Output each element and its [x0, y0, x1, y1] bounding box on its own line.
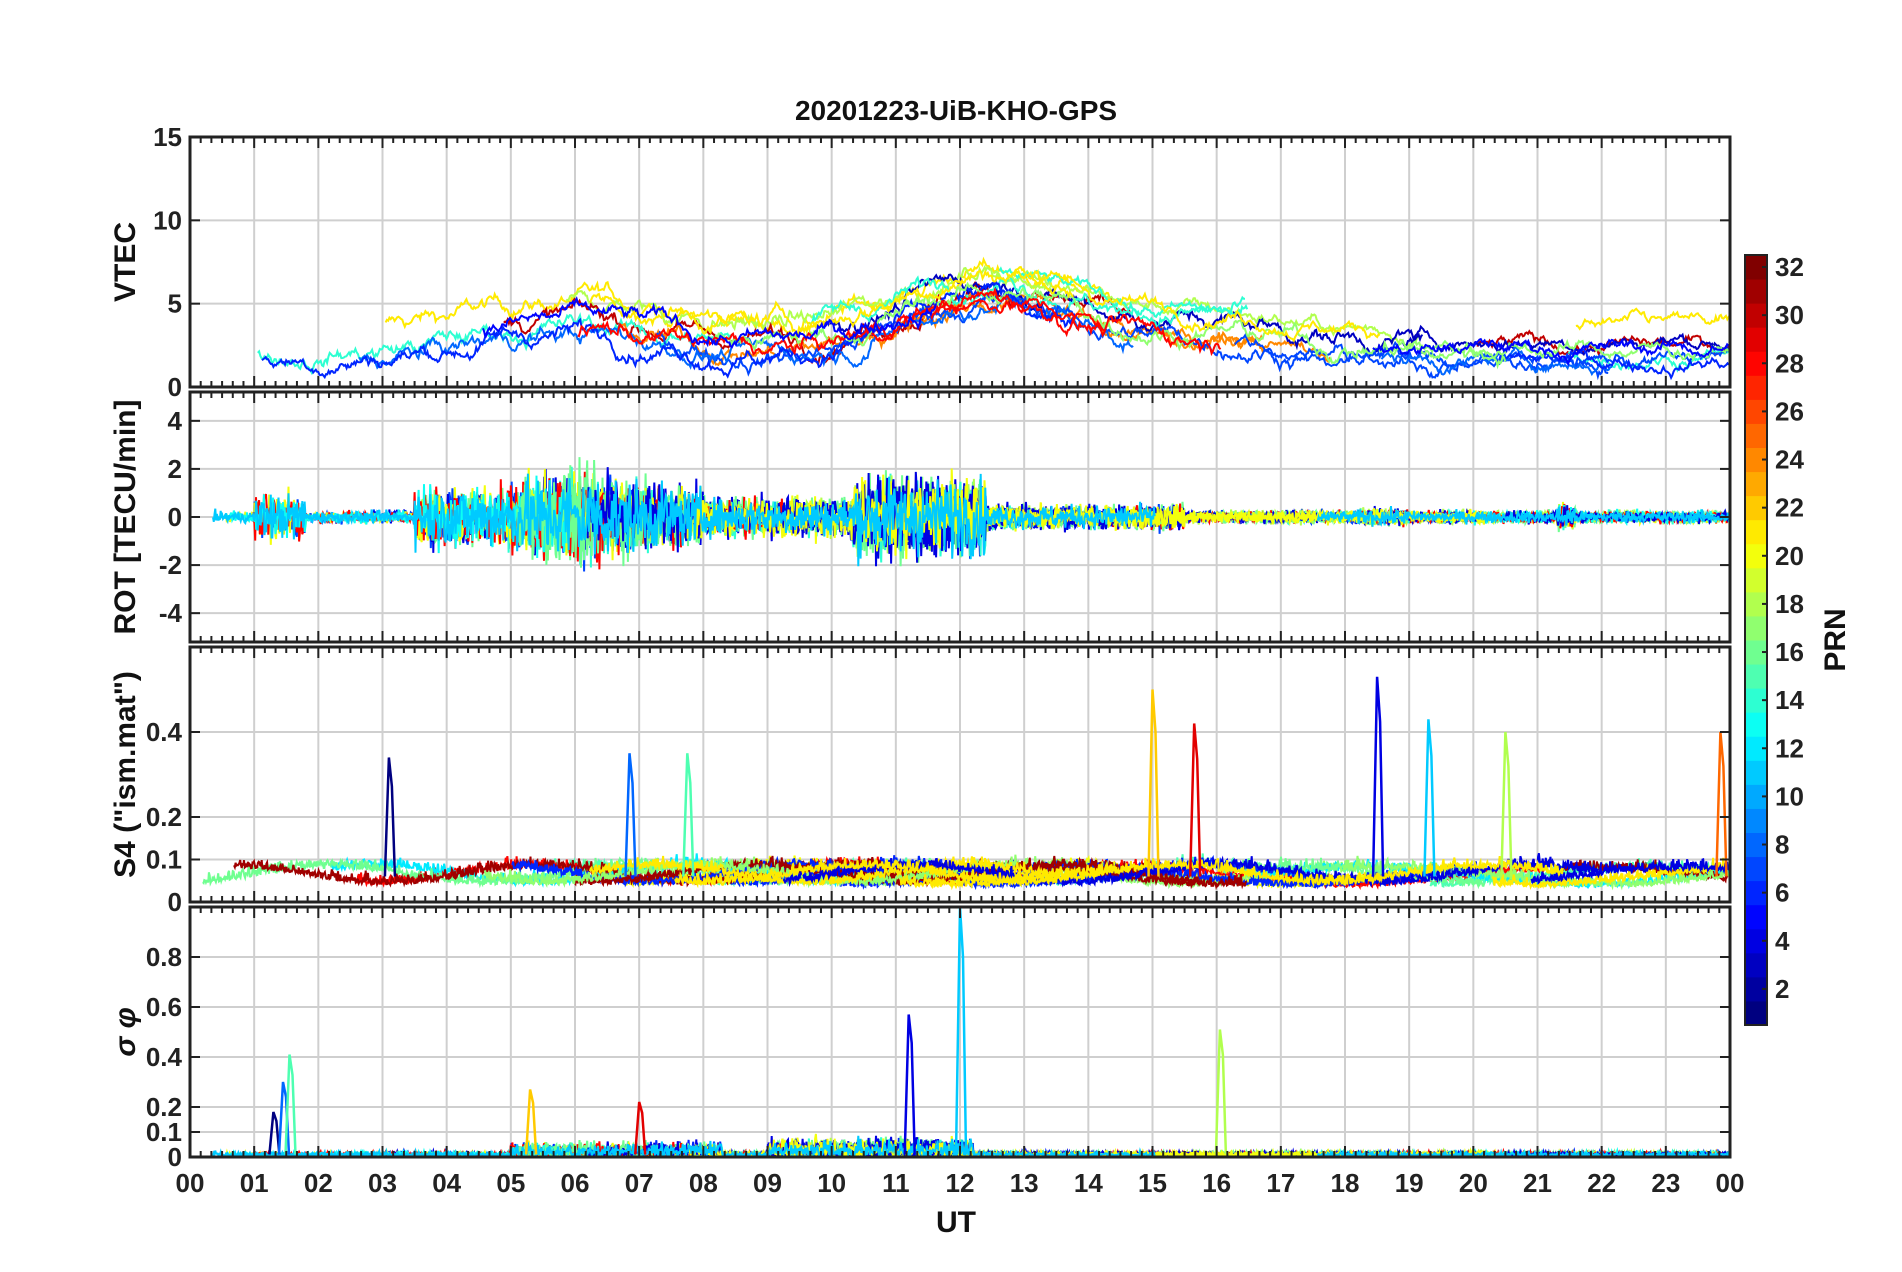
colorbar-cell [1745, 760, 1767, 785]
colorbar-tick-label: 4 [1775, 926, 1790, 956]
colorbar-cell [1745, 375, 1767, 400]
x-tick-label: 00 [176, 1168, 205, 1198]
colorbar-tick-label: 32 [1775, 252, 1804, 282]
panel-sigma_phi: 00.10.20.40.60.8σ φ [109, 905, 1732, 1172]
y-tick-label: 4 [168, 406, 183, 436]
y-axis-label-rot: ROT [TECU/min] [109, 400, 142, 635]
x-tick-label: 20 [1459, 1168, 1488, 1198]
colorbar-cell [1745, 1000, 1767, 1026]
chart-panels: 051015VTEC-4-2024ROT [TECU/min]00.10.20.… [109, 122, 1744, 1198]
colorbar-cell [1745, 615, 1767, 641]
colorbar-tick-label: 16 [1775, 637, 1804, 667]
y-tick-label: 0.1 [146, 845, 182, 875]
colorbar-cell [1745, 712, 1767, 737]
colorbar-tick-label: 8 [1775, 830, 1789, 860]
x-tick-labels: 00 01 02 03 04 05 06 07 08 09 10 11 12 13 14 15 16 17 18 19… [176, 1168, 1745, 1198]
chart-figure: 20201223-UiB-KHO-GPS 051015VTEC-4-2024RO… [109, 95, 1852, 1239]
x-tick-label: 00 [1716, 1168, 1745, 1198]
colorbar-tick-label: 22 [1775, 493, 1804, 523]
colorbar-cell [1745, 519, 1767, 545]
x-tick-label: 06 [561, 1168, 590, 1198]
colorbar-tick-label: 14 [1775, 685, 1804, 715]
y-axis-label-vtec: VTEC [109, 222, 142, 302]
x-tick-label: 07 [625, 1168, 654, 1198]
y-tick-label: 2 [168, 454, 182, 484]
x-tick-label: 18 [1331, 1168, 1360, 1198]
colorbar: 2468101214161820222426283032PRN [1744, 252, 1852, 1026]
colorbar-label: PRN [1819, 608, 1852, 671]
x-axis-label: UT [936, 1206, 976, 1239]
colorbar-cell [1745, 808, 1767, 833]
x-tick-label: 23 [1651, 1168, 1680, 1198]
x-tick-label: 01 [240, 1168, 269, 1198]
y-tick-label: 0 [168, 887, 182, 917]
x-tick-label: 02 [304, 1168, 333, 1198]
panel-vtec: 0 5 10 15 VTEC [109, 122, 1732, 402]
y-tick-label: 0.4 [146, 1042, 183, 1072]
x-tick-label: 19 [1395, 1168, 1424, 1198]
colorbar-tick-label: 26 [1775, 396, 1804, 426]
x-tick-label: 11 [882, 1168, 910, 1198]
colorbar-cell [1745, 423, 1767, 448]
y-tick-label: -2 [159, 550, 182, 580]
x-tick-label: 05 [496, 1168, 525, 1198]
x-tick-label: 03 [368, 1168, 397, 1198]
x-tick-label: 10 [817, 1168, 846, 1198]
y-tick-label: -4 [159, 598, 183, 628]
y-tick-label: 10 [153, 205, 182, 235]
x-tick-label: 17 [1266, 1168, 1295, 1198]
panel-rot: -4 -2 0 2 4 ROT [TECU/min] [109, 390, 1732, 644]
colorbar-tick-label: 10 [1775, 781, 1804, 811]
y-tick-label: 5 [168, 289, 182, 319]
x-tick-label: 12 [946, 1168, 975, 1198]
colorbar-cell [1745, 904, 1767, 930]
colorbar-cell [1745, 279, 1767, 304]
colorbar-cell [1745, 856, 1767, 882]
colorbar-tick-label: 12 [1775, 733, 1804, 763]
x-tick-label: 22 [1587, 1168, 1616, 1198]
y-tick-label: 15 [153, 122, 182, 152]
x-tick-label: 21 [1523, 1168, 1552, 1198]
y-tick-label: 0.6 [146, 992, 182, 1022]
colorbar-tick-label: 30 [1775, 300, 1804, 330]
colorbar-cell [1745, 952, 1767, 978]
colorbar-cell [1745, 471, 1767, 497]
y-tick-label: 0.8 [146, 942, 182, 972]
y-tick-label: 0.2 [146, 802, 182, 832]
colorbar-tick-label: 24 [1775, 445, 1804, 475]
chart-title: 20201223-UiB-KHO-GPS [795, 95, 1117, 126]
x-tick-label: 15 [1138, 1168, 1167, 1198]
x-tick-label: 04 [432, 1168, 461, 1198]
x-tick-label: 13 [1010, 1168, 1039, 1198]
y-axis-label-sigma_phi: σ φ [109, 1007, 142, 1056]
colorbar-tick-label: 18 [1775, 589, 1804, 619]
colorbar-cell [1745, 664, 1767, 689]
colorbar-tick-label: 20 [1775, 541, 1804, 571]
colorbar-cell [1745, 567, 1767, 593]
y-tick-label: 0.2 [146, 1092, 182, 1122]
y-tick-label: 0 [168, 372, 182, 402]
y-tick-label: 0 [168, 502, 182, 532]
colorbar-tick-label: 2 [1775, 974, 1789, 1004]
x-tick-label: 14 [1074, 1168, 1103, 1198]
colorbar-tick-label: 6 [1775, 878, 1789, 908]
colorbar-tick-label: 28 [1775, 348, 1804, 378]
panel-s4: 0 0.1 0.2 0.4S4 ("ism.mat") [109, 645, 1732, 917]
x-tick-label: 09 [753, 1168, 782, 1198]
y-axis-label-s4: S4 ("ism.mat") [109, 671, 142, 878]
colorbar-cell [1745, 327, 1767, 352]
y-tick-label: 0.4 [146, 717, 183, 747]
x-tick-label: 08 [689, 1168, 718, 1198]
x-tick-label: 16 [1202, 1168, 1231, 1198]
